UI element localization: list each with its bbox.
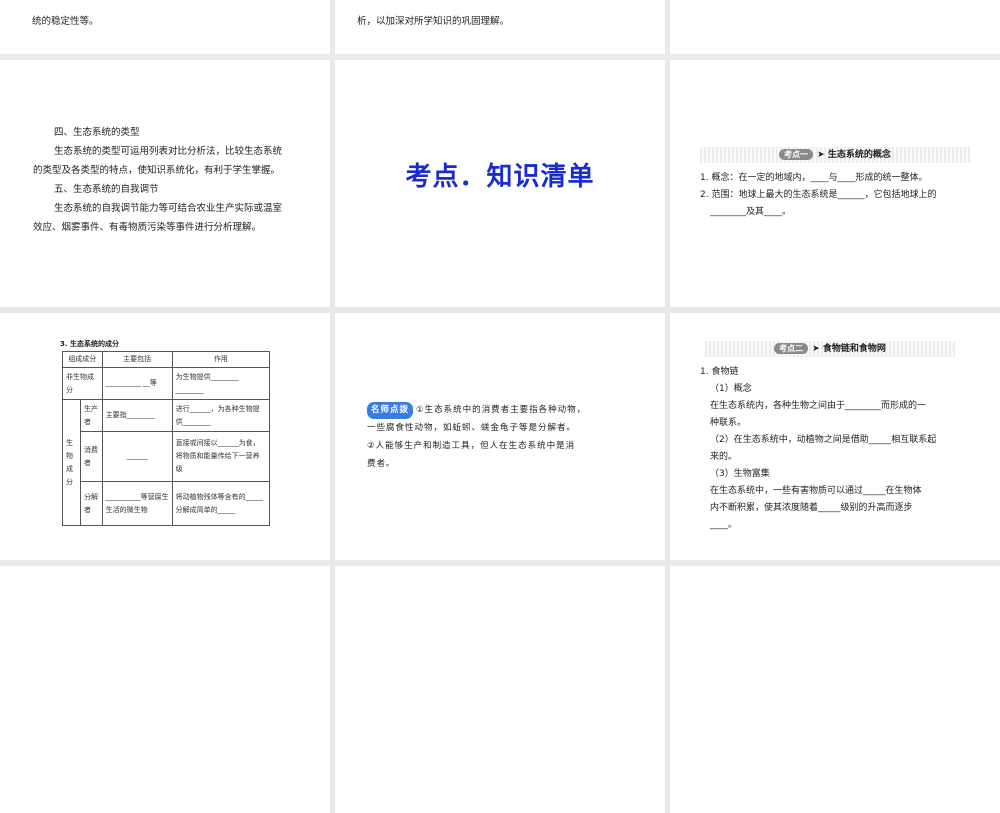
slide-text: 析，以加深对所学知识的巩固理解。 [357, 16, 510, 27]
slide-text: 五、生态系统的自我调节 [54, 184, 159, 195]
teacher-tip-badge: 名师点拨 [367, 402, 414, 419]
components-table: 组成成分 主要包括 作用 非生物成分 __________ __等 为生物提供_____… [62, 351, 271, 526]
slide-text: 统的稳定性等。 [32, 16, 99, 27]
slide-text: 生态系统的自我调节能力等可结合农业生产实际或温室 [54, 203, 283, 214]
slide-thumbnail[interactable]: 名师点拨 ①生态系统中的消费者主要指各种动物， 一些腐食性动物，如蚯蚓、蜣金龟子等… [335, 313, 665, 560]
table-cell: ______ [101, 431, 173, 482]
section-heading: ➤ 生态系统的概念 [817, 150, 891, 160]
slide-text: 在生态系统中，一些有害物质可以通过_____在生物体 [710, 486, 922, 496]
slide-thumbnail[interactable] [670, 0, 1000, 54]
table-cell: __________ __等 [101, 367, 173, 400]
slide-text: 费者。 [367, 459, 396, 469]
slide-text: ②人能够生产和制造工具，但人在生态系统中是消 [367, 441, 576, 451]
table-cell: 进行______，为各种生物提供________ [171, 399, 271, 432]
table-cell: 生物成分 [62, 399, 81, 526]
slide-text: 1. 概念：在一定的地域内，____与____形成的统一整体。 [700, 173, 928, 183]
slide-text: 种联系。 [710, 418, 747, 428]
slide-text: ____。 [710, 520, 738, 530]
slide-thumbnail[interactable] [0, 566, 330, 813]
table-header: 主要包括 [101, 351, 173, 368]
slide-text: 2. 范围：地球上最大的生态系统是______，它包括地球上的 [700, 190, 937, 200]
slide-text: 的类型及各类型的特点，使知识系统化，有利于学生掌握。 [33, 165, 281, 176]
section-heading: ➤ 食物链和食物网 [812, 344, 886, 354]
slide-text: ________及其____。 [710, 207, 792, 217]
slide-text: 四、生态系统的类型 [54, 127, 140, 138]
section-banner: 考点二 ➤ 食物链和食物网 [705, 341, 955, 357]
section-badge: 考点二 [774, 343, 809, 354]
slide-thumbnail[interactable] [670, 566, 1000, 813]
table-cell: 将动植物残体等含有的_____分解成简单的_____ [171, 481, 271, 526]
table-cell: 分解者 [80, 481, 103, 526]
tip-text: ①生态系统中的消费者主要指各种动物， [416, 405, 587, 415]
slide-thumbnail[interactable]: 考点二 ➤ 食物链和食物网 1. 食物链 （1）概念 在生态系统内，各种生物之间由… [670, 313, 1000, 560]
section-badge: 考点一 [779, 149, 814, 160]
slide-thumbnail[interactable]: 析，以加深对所学知识的巩固理解。 [335, 0, 665, 54]
table-cell: 直接或间接以______为食，将物质和能量传给下一营养级 [171, 431, 271, 482]
table-title: 3. 生态系统的成分 [60, 340, 119, 348]
slide-text: 一些腐食性动物，如蚯蚓、蜣金龟子等是分解者。 [367, 423, 577, 433]
slide-text: 内不断积累，使其浓度随着_____级别的升高而逐步 [710, 503, 913, 513]
section-banner: 考点一 ➤ 生态系统的概念 [700, 147, 970, 163]
slide-thumbnail[interactable]: 考点．知识清单 [335, 60, 665, 307]
slide-thumbnail[interactable]: 考点一 ➤ 生态系统的概念 1. 概念：在一定的地域内，____与____形成的统… [670, 60, 1000, 307]
slide-text: 来的。 [710, 452, 738, 462]
slide-text: （3）生物富集 [710, 469, 770, 479]
slide-text: 1. 食物链 [700, 367, 739, 377]
table-cell: 非生物成分 [62, 367, 103, 400]
slide-text: 效应、烟雾事件、有毒物质污染等事件进行分析理解。 [33, 222, 262, 233]
table-cell: 为生物提供________ ________ [171, 367, 271, 400]
slide-thumbnail[interactable] [335, 566, 665, 813]
slide-text: 在生态系统内，各种生物之间由于________而形成的一 [710, 401, 927, 411]
table-cell: 生产者 [80, 399, 103, 432]
table-cell: 消费者 [80, 431, 103, 482]
table-cell: __________等营腐生生活的微生物 [101, 481, 173, 526]
slide-thumbnail[interactable]: 统的稳定性等。 [0, 0, 330, 54]
table-header: 组成成分 [62, 351, 103, 368]
slide-text: （2）在生态系统中，动植物之间是借助_____相互联系起 [710, 435, 937, 445]
slide-thumbnail[interactable]: 四、生态系统的类型 生态系统的类型可运用列表对比分析法，比较生态系统 的类型及各… [0, 60, 330, 307]
slide-text: 生态系统的类型可运用列表对比分析法，比较生态系统 [54, 146, 283, 157]
slide-thumbnail[interactable]: 3. 生态系统的成分 组成成分 主要包括 作用 非生物成分 __________ __… [0, 313, 330, 560]
slide-text: 名师点拨 ①生态系统中的消费者主要指各种动物， [367, 402, 586, 419]
slide-title: 考点．知识清单 [405, 162, 595, 192]
table-cell: 主要指________ [101, 399, 173, 432]
table-header: 作用 [171, 351, 271, 368]
slide-text: （1）概念 [710, 384, 752, 394]
